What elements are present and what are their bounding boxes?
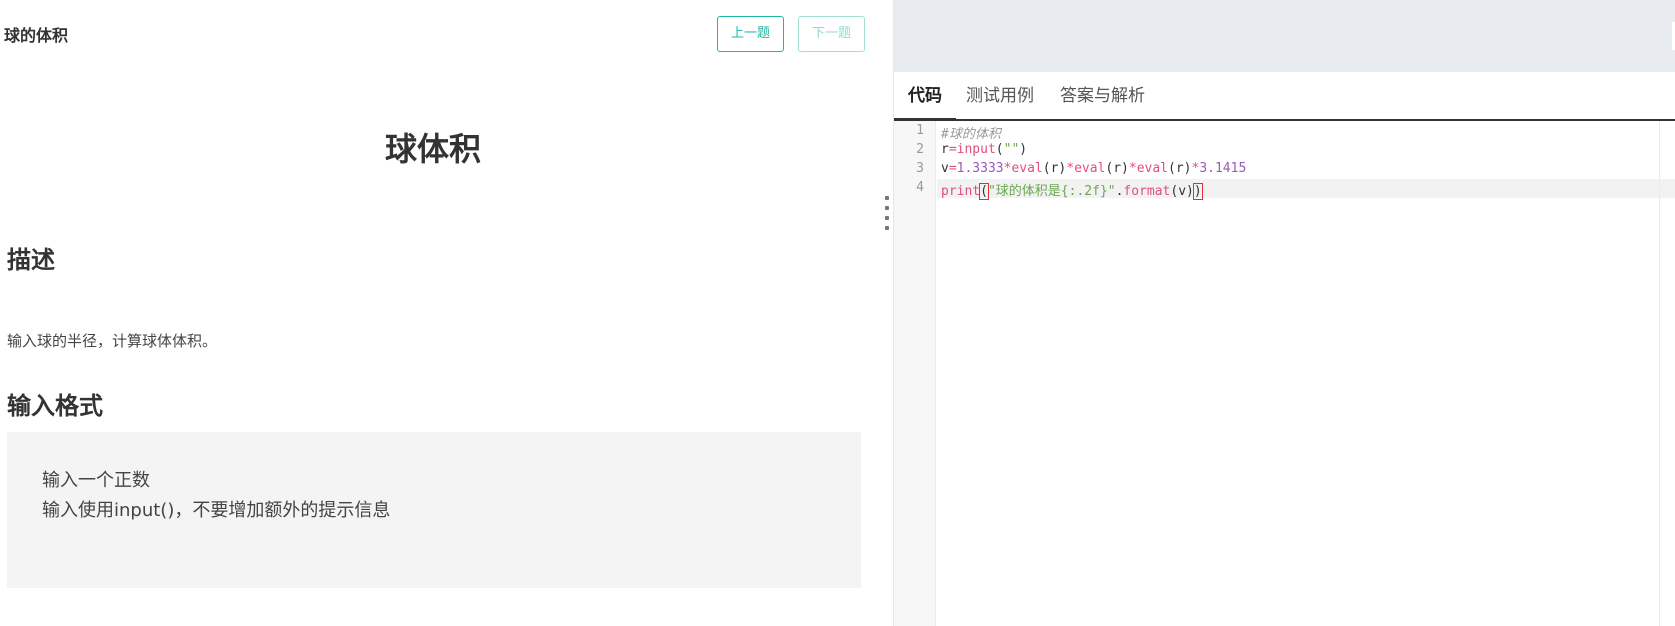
code-token: (r) (1042, 161, 1067, 176)
line-number: 2 (916, 142, 924, 157)
code-token: (v) (1170, 184, 1194, 199)
line-number: 3 (916, 161, 924, 176)
code-token: "" (1003, 142, 1020, 157)
description-text: 输入球的半径，计算球体体积。 (7, 332, 218, 350)
code-token: ( (979, 183, 989, 200)
next-problem-button[interactable]: 下一题 (798, 16, 865, 52)
input-format-line: 输入使用input()，不要增加额外的提示信息 (42, 500, 391, 521)
line-number: 4 (916, 180, 924, 195)
code-line-2[interactable]: r=input("") (941, 142, 1027, 157)
code-comment: #球的体积 (941, 127, 1001, 142)
tab-test-cases[interactable]: 测试用例 (966, 82, 1034, 121)
code-token: 1.3333 (956, 161, 1004, 176)
line-number: 1 (916, 123, 924, 138)
problem-panel: 球的体积 上一题 下一题 球体积 描述 输入球的半径，计算球体体积。 输入格式 … (0, 0, 893, 626)
code-token: 3.1415 (1199, 161, 1247, 176)
editor-tabs: 代码 测试用例 答案与解析 (894, 72, 1675, 121)
input-format-box: 输入一个正数 输入使用input()，不要增加额外的提示信息 (7, 432, 861, 588)
code-token: ( (995, 142, 1004, 157)
code-token: = (948, 161, 957, 176)
code-token: = (948, 142, 957, 157)
code-token: (r) (1105, 161, 1129, 176)
description-heading: 描述 (7, 246, 55, 274)
code-token: eval (1011, 161, 1043, 176)
code-token: print (941, 184, 981, 199)
tab-code[interactable]: 代码 (894, 82, 956, 121)
code-token: "球的体积是{:.2f}" (987, 184, 1116, 199)
code-line-4[interactable]: print("球的体积是{:.2f}".format(v)) (941, 180, 1203, 200)
problem-title: 球的体积 (4, 26, 69, 45)
code-editor[interactable]: 1 2 3 4 #球的体积 r=input("") v=1.3333*eval(… (894, 121, 1675, 626)
code-token: ) (1019, 142, 1028, 157)
editor-margin-rule (1659, 121, 1660, 626)
code-token: * (1128, 161, 1137, 176)
code-token: r (941, 142, 949, 157)
code-token: eval (1136, 161, 1169, 176)
code-token: * (1066, 161, 1075, 176)
code-token: v (941, 161, 949, 176)
code-token: eval (1074, 161, 1106, 176)
code-token: (r) (1168, 161, 1192, 176)
prev-problem-button[interactable]: 上一题 (717, 16, 784, 52)
code-token: ) (1192, 183, 1203, 200)
panel-resize-handle[interactable] (884, 192, 890, 232)
input-format-heading: 输入格式 (7, 392, 103, 420)
editor-top-bar (894, 0, 1675, 72)
code-token: format (1123, 184, 1171, 199)
tab-answer-analysis[interactable]: 答案与解析 (1060, 82, 1145, 121)
code-token: input (956, 142, 996, 157)
line-number-gutter: 1 2 3 4 (894, 121, 936, 626)
code-line-3[interactable]: v=1.3333*eval(r)*eval(r)*eval(r)*3.1415 (941, 161, 1246, 176)
editor-panel: 代码 测试用例 答案与解析 1 2 3 4 #球的体积 r=input("") … (893, 0, 1675, 626)
code-line-1[interactable]: #球的体积 (941, 123, 1001, 142)
input-format-line: 输入一个正数 (42, 470, 150, 491)
problem-heading: 球体积 (384, 130, 481, 168)
